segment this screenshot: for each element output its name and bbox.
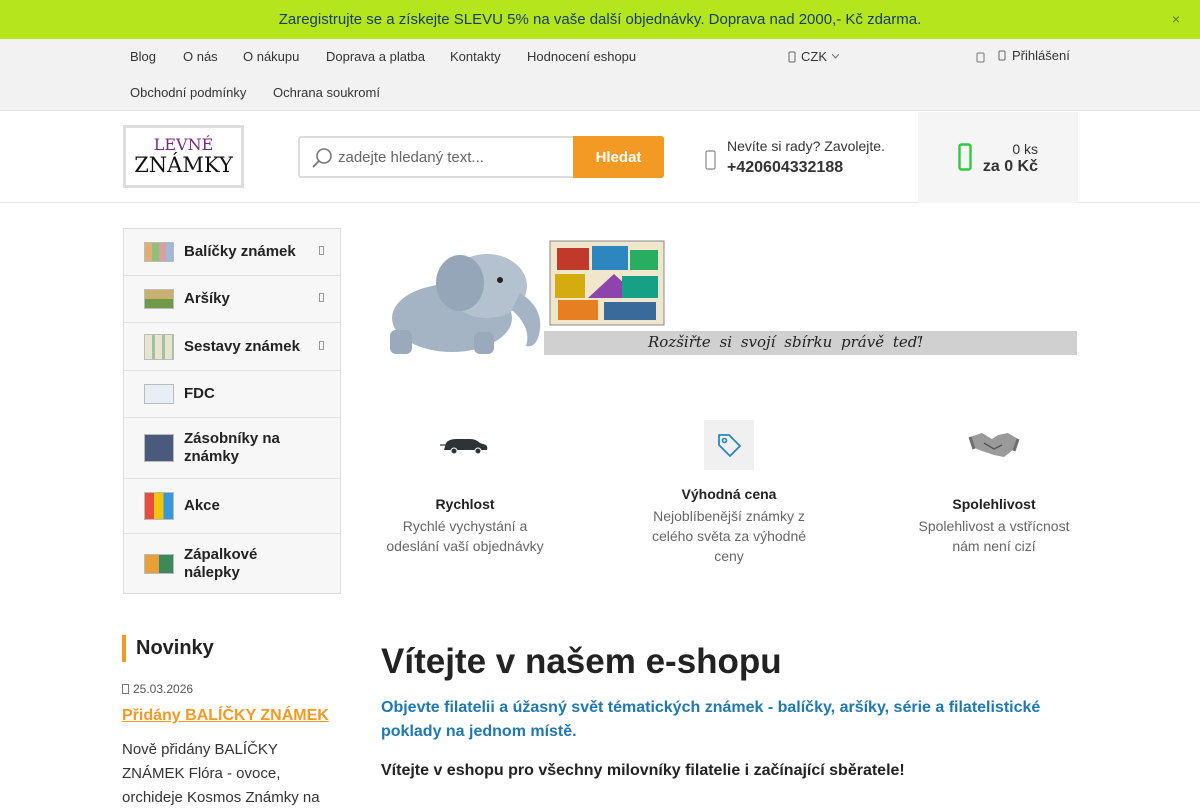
nav-link-privacy[interactable]: Ochrana soukromí [273, 85, 380, 100]
category-item-zasobniky[interactable]: Zásobníky na známky [124, 418, 340, 479]
feature-description: Nejoblíbenější známky z celého světa za … [651, 508, 807, 564]
category-label: Zásobníky na známky [184, 430, 280, 465]
nav-link-contacts[interactable]: Kontakty [450, 49, 501, 64]
login-label: Přihlášení [1012, 48, 1070, 63]
currency-selector[interactable]: CZK [788, 49, 839, 64]
calendar-icon [122, 684, 129, 694]
news-date: 25.03.2026 [133, 682, 194, 696]
nav-link-reviews[interactable]: Hodnocení eshopu [527, 49, 636, 64]
chevron-right-icon [319, 293, 324, 305]
feature-price: Výhodná cena Nejoblíbenější známky z cel… [646, 420, 812, 566]
price-tag-icon [704, 420, 754, 470]
category-label: Zápalkové nálepky [184, 545, 258, 581]
feature-speed: Rychlost Rychlé vychystání a odeslání va… [382, 420, 548, 556]
news-heading: Novinky [122, 635, 214, 662]
category-item-zapalkove[interactable]: Zápalkové nálepky [124, 534, 340, 593]
cart-quantity: 0 ks [1012, 141, 1038, 157]
feature-reliability: Spolehlivost Spolehlivost a vstřícnost n… [911, 420, 1077, 556]
contact-text: Nevíte si rady? Zavolejte. [727, 138, 885, 154]
site-logo[interactable]: LEVNÉ ZNÁMKY [123, 125, 244, 188]
category-item-arsiky[interactable]: Aršíky [124, 276, 340, 323]
category-item-akce[interactable]: Akce [124, 479, 340, 534]
feature-title: Rychlost [435, 496, 495, 512]
close-icon[interactable]: × [1172, 11, 1180, 27]
nav-link-terms[interactable]: Obchodní podmínky [130, 85, 246, 100]
category-label: Balíčky známek [184, 243, 296, 260]
stock-book-thumbnail [144, 434, 174, 462]
car-icon [382, 420, 548, 470]
category-sidebar: Balíčky známek Aršíky Sestavy známek FDC… [123, 228, 341, 594]
handshake-icon [911, 420, 1077, 470]
user-icon [998, 50, 1006, 61]
category-label: Sestavy známek [184, 337, 300, 355]
stamp-pack-thumbnail [144, 242, 174, 262]
souvenir-sheet-thumbnail [144, 289, 174, 309]
nav-link-shipping[interactable]: Doprava a platba [326, 49, 425, 64]
nav-link-about[interactable]: O nás [183, 49, 218, 64]
cart-icon [958, 143, 972, 176]
site-header: LEVNÉ ZNÁMKY Hledat Nevíte si rady? Zavo… [0, 112, 1200, 203]
feature-description: Spolehlivost a vstřícnost nám není cizí [918, 518, 1070, 554]
matchbox-labels-thumbnail [144, 553, 174, 574]
promo-text: Zaregistrujte se a získejte SLEVU 5% na … [278, 11, 922, 28]
nav-link-shopping[interactable]: O nákupu [243, 49, 299, 64]
fdc-envelope-thumbnail [144, 384, 174, 404]
intro-text: Vítejte v eshopu pro všechny milovníky f… [381, 762, 905, 779]
logo-line-1: LEVNÉ [153, 135, 214, 154]
chevron-right-icon [319, 340, 324, 353]
chevron-down-icon [832, 54, 839, 59]
news-date-row: 25.03.2026 [122, 682, 193, 696]
feature-title: Výhodná cena [681, 486, 777, 502]
category-label: FDC [184, 385, 215, 402]
nav-link-blog[interactable]: Blog [130, 49, 156, 64]
feature-description: Rychlé vychystání a odeslání vaší objedn… [386, 518, 544, 554]
search-input[interactable] [338, 144, 568, 170]
category-item-sestavy[interactable]: Sestavy známek [124, 323, 340, 371]
currency-label: CZK [801, 49, 827, 64]
category-label: Aršíky [184, 290, 230, 307]
contact-phone[interactable]: +420604332188 [727, 159, 843, 177]
chevron-right-icon [319, 246, 324, 258]
search-icon [311, 147, 333, 174]
banner-caption: Rozšiřte si svojí sbírku právě teď! [648, 333, 924, 351]
page-subtitle: Objevte filatelii a úžasný svět tématick… [381, 699, 1041, 740]
stamp-set-thumbnail [144, 333, 174, 360]
news-title-link[interactable]: Přidány BALÍČKY ZNÁMEK [122, 707, 329, 725]
phone-icon [705, 150, 716, 175]
feature-title: Spolehlivost [952, 496, 1036, 512]
top-navigation: Blog O nás O nákupu Doprava a platba Kon… [0, 39, 1200, 111]
search-form: Hledat [298, 136, 664, 178]
search-button[interactable]: Hledat [573, 136, 664, 178]
category-item-fdc[interactable]: FDC [124, 371, 340, 418]
hero-banner[interactable]: Rozšiřte si svojí sbírku právě teď! [382, 238, 1078, 358]
promo-bar: Zaregistrujte se a získejte SLEVU 5% na … [0, 0, 1200, 39]
favorites-icon[interactable] [976, 50, 985, 68]
login-link[interactable]: Přihlášení [998, 48, 1070, 63]
cart-price: za 0 Kč [982, 158, 1038, 175]
category-label: Akce [184, 497, 220, 514]
currency-icon [788, 51, 796, 62]
sale-tags-thumbnail [144, 492, 174, 520]
category-item-balicky[interactable]: Balíčky známek [124, 229, 340, 276]
news-excerpt: Nově přidány BALÍČKY ZNÁMEK Flóra - ovoc… [122, 741, 320, 806]
page-title: Vítejte v našem e-shopu [381, 642, 782, 681]
cart-summary[interactable]: 0 ks za 0 Kč [918, 112, 1078, 203]
logo-line-2: ZNÁMKY [134, 153, 233, 177]
